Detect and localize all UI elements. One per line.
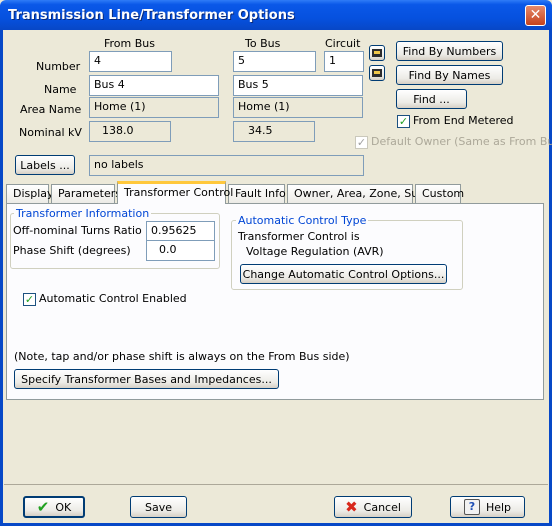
- turns-ratio-label: Off-nominal Turns Ratio: [13, 224, 142, 237]
- to-bus-kv-field: 34.5: [233, 121, 315, 142]
- bottom-separator: [4, 484, 548, 485]
- bus-view-icon: [372, 49, 382, 57]
- labels-button[interactable]: Labels ...: [15, 155, 75, 175]
- circuit-header: Circuit: [325, 37, 361, 50]
- phase-shift-field[interactable]: 0.0: [146, 240, 215, 261]
- to-bus-number-field[interactable]: 5: [233, 51, 316, 72]
- bus-view-icon: [372, 69, 382, 77]
- from-bus-area-field: Home (1): [89, 97, 219, 118]
- help-button[interactable]: ? Help: [450, 496, 525, 518]
- cancel-label: Cancel: [363, 500, 401, 514]
- cancel-x-icon: ✖: [345, 498, 358, 516]
- transformer-control-is-label: Transformer Control is: [238, 230, 360, 243]
- window-title: Transmission Line/Transformer Options: [8, 8, 295, 23]
- from-end-metered-checkbox[interactable]: ✓: [397, 115, 410, 128]
- circuit-field[interactable]: 1: [324, 51, 364, 72]
- close-button[interactable]: ✕: [525, 5, 546, 26]
- from-bus-header: From Bus: [104, 37, 155, 50]
- from-end-metered-label: From End Metered: [413, 114, 514, 127]
- control-type-value: Voltage Regulation (AVR): [246, 245, 384, 258]
- save-button[interactable]: Save: [130, 496, 187, 518]
- from-bus-kv-field: 138.0: [89, 121, 171, 142]
- to-bus-area-field: Home (1): [233, 97, 363, 118]
- turns-ratio-field[interactable]: 0.95625: [146, 221, 215, 242]
- help-label: Help: [485, 500, 512, 514]
- view-to-bus-button[interactable]: [369, 65, 385, 81]
- to-bus-header: To Bus: [245, 37, 281, 50]
- help-icon: ?: [463, 499, 480, 515]
- ok-label: OK: [55, 500, 72, 514]
- specify-bases-button[interactable]: Specify Transformer Bases and Impedances…: [14, 369, 279, 389]
- tab-fault-info[interactable]: Fault Info: [228, 184, 286, 203]
- from-bus-number-field[interactable]: 4: [89, 51, 172, 72]
- cancel-button[interactable]: ✖ Cancel: [334, 496, 412, 518]
- area-name-label: Area Name: [20, 103, 82, 116]
- tab-parameters[interactable]: Parameters: [51, 184, 121, 203]
- tab-owner-area-zone-sub[interactable]: Owner, Area, Zone, Sub: [287, 184, 425, 203]
- change-auto-control-button[interactable]: Change Automatic Control Options...: [240, 264, 447, 284]
- phase-shift-label: Phase Shift (degrees): [13, 244, 131, 257]
- tap-note: (Note, tap and/or phase shift is always …: [14, 350, 350, 363]
- tab-transformer-control[interactable]: Transformer Control: [117, 181, 233, 204]
- default-owner-label: Default Owner (Same as From Bus): [371, 135, 552, 148]
- number-label: Number: [36, 60, 81, 73]
- view-from-bus-button[interactable]: [369, 45, 385, 61]
- find-by-numbers-button[interactable]: Find By Numbers: [396, 41, 503, 61]
- default-owner-checkbox: ✓: [355, 136, 368, 149]
- auto-control-enabled-label: Automatic Control Enabled: [39, 292, 187, 305]
- tab-display[interactable]: Display: [6, 184, 54, 203]
- ok-button[interactable]: ✔ OK: [23, 496, 85, 518]
- find-by-names-button[interactable]: Find By Names: [396, 65, 503, 85]
- from-bus-name-field[interactable]: Bus 4: [89, 75, 219, 96]
- find-button[interactable]: Find ...: [396, 89, 467, 109]
- name-label: Name: [44, 83, 77, 96]
- nominal-kv-label: Nominal kV: [19, 126, 82, 139]
- tab-custom[interactable]: Custom: [415, 184, 464, 203]
- check-icon: ✔: [36, 498, 50, 516]
- transformer-info-title: Transformer Information: [14, 207, 152, 220]
- to-bus-name-field[interactable]: Bus 5: [233, 75, 363, 96]
- auto-control-enabled-checkbox[interactable]: ✓: [23, 293, 36, 306]
- auto-control-type-title: Automatic Control Type: [236, 214, 369, 227]
- labels-field: no labels: [89, 155, 364, 176]
